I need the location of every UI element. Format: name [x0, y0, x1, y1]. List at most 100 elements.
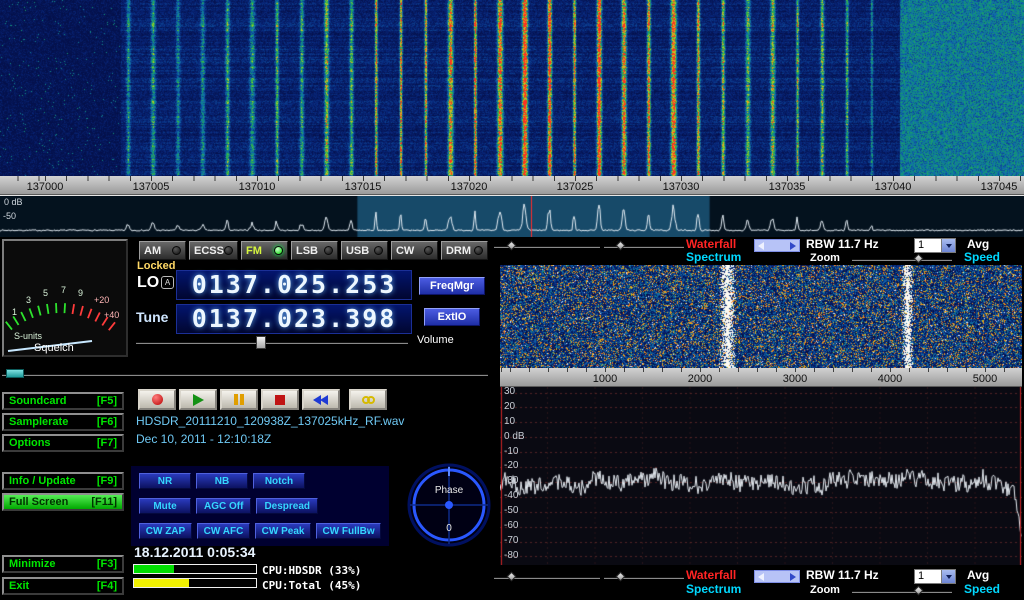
dsp-panel: NR NB Notch Mute AGC Off Despread CW ZAP… [131, 466, 389, 546]
recording-filename: HDSDR_20111210_120938Z_137025kHz_RF.wav [136, 414, 404, 428]
af-display-controls-top: Waterfall RBW 11.7 Hz 1 Avg Spectrum Zoo… [490, 237, 1024, 265]
record-icon [152, 394, 163, 405]
mode-button-usb[interactable]: USB [341, 241, 388, 260]
samplerate-button[interactable]: Samplerate[F6] [2, 413, 124, 431]
zoom-in-arrow-icon[interactable] [790, 242, 796, 250]
squelch-slider-thumb[interactable] [6, 369, 24, 378]
info-update-button[interactable]: Info / Update[F9] [2, 472, 124, 490]
slider-thumb[interactable] [914, 586, 924, 596]
zoom-out-arrow-icon[interactable] [758, 242, 764, 250]
db-scale-label: -50 [3, 211, 16, 221]
mode-button-drm[interactable]: DRM [441, 241, 488, 260]
af-panel: Waterfall RBW 11.7 Hz 1 Avg Spectrum Zoo… [490, 237, 1024, 600]
tune-frequency-display[interactable]: 0137.023.398 [176, 304, 412, 334]
zoom-label: Zoom [810, 584, 840, 597]
mode-led [324, 246, 333, 255]
waterfall-contrast-slider[interactable] [604, 571, 684, 583]
pause-button[interactable] [220, 389, 258, 410]
exit-button[interactable]: Exit[F4] [2, 577, 124, 595]
af-display-controls-bottom: Waterfall RBW 11.7 Hz 1 Avg Spectrum Zoo… [490, 565, 1024, 600]
mode-button-ecss[interactable]: ECSS [189, 241, 238, 260]
mode-button-lsb[interactable]: LSB [291, 241, 338, 260]
spectrum-label: Spectrum [686, 251, 741, 264]
cw-fullbw-button[interactable]: CW FullBw [316, 523, 381, 539]
recording-date: Dec 10, 2011 - 12:10:18Z [136, 432, 271, 446]
lo-frequency-display[interactable]: 0137.025.253 [176, 270, 412, 300]
play-icon [193, 394, 204, 406]
mode-button-cw[interactable]: CW [391, 241, 438, 260]
volume-slider-thumb[interactable] [256, 336, 266, 349]
cw-peak-button[interactable]: CW Peak [255, 523, 311, 539]
zoom-scrollbar[interactable] [754, 239, 800, 252]
record-button[interactable] [138, 389, 176, 410]
mode-led [274, 246, 283, 255]
mode-button-fm[interactable]: FM [241, 241, 288, 260]
tune-label: Tune [136, 309, 168, 325]
fullscreen-button[interactable]: Full Screen[F11] [2, 493, 124, 511]
play-button[interactable] [179, 389, 217, 410]
rewind-button[interactable] [302, 389, 340, 410]
waterfall-brightness-slider[interactable] [494, 240, 600, 252]
mode-led [172, 246, 181, 255]
cpu-total-label: CPU:Total (45%) [262, 579, 361, 592]
slider-thumb[interactable] [507, 572, 517, 582]
speed-label: Speed [964, 583, 1000, 596]
slider-thumb[interactable] [615, 572, 625, 582]
notch-button[interactable]: Notch [253, 473, 305, 489]
loop-icon [362, 396, 375, 404]
main-waterfall-display[interactable] [0, 0, 1024, 176]
slider-thumb[interactable] [914, 254, 924, 264]
despread-button[interactable]: Despread [256, 498, 318, 514]
mode-button-am[interactable]: AM [139, 241, 186, 260]
squelch-slider[interactable] [2, 368, 488, 380]
zoom-scrollbar[interactable] [754, 570, 800, 583]
zoom-in-arrow-icon[interactable] [790, 573, 796, 581]
avg-label: Avg [967, 569, 989, 582]
avg-combobox[interactable]: 1 [914, 238, 956, 253]
waterfall-contrast-slider[interactable] [604, 240, 684, 252]
soundcard-button[interactable]: Soundcard[F5] [2, 392, 124, 410]
mute-button[interactable]: Mute [139, 498, 191, 514]
nb-button[interactable]: NB [196, 473, 248, 489]
freqmgr-button[interactable]: FreqMgr [419, 277, 485, 295]
s-meter-scale [6, 303, 115, 330]
cw-zap-button[interactable]: CW ZAP [139, 523, 192, 539]
frequency-scale[interactable]: 137000 137005 137010 137015 137020 13702… [0, 176, 1024, 195]
db-tick-label: -70 [504, 535, 518, 546]
extio-button[interactable]: ExtIO [424, 308, 480, 326]
slider-thumb[interactable] [507, 241, 517, 251]
cw-afc-button[interactable]: CW AFC [197, 523, 250, 539]
s-meter-tick-label: 7 [61, 285, 66, 295]
db-tick-label: 30 [504, 386, 515, 397]
speed-slider[interactable] [852, 585, 952, 597]
db-tick-label: 0 dB [504, 431, 525, 442]
cpu-total-bar [133, 578, 257, 588]
minimize-button[interactable]: Minimize[F3] [2, 555, 124, 573]
loop-button[interactable] [349, 389, 387, 410]
volume-slider[interactable] [136, 336, 408, 348]
nr-button[interactable]: NR [139, 473, 191, 489]
rbw-label: RBW 11.7 Hz [806, 569, 879, 582]
avg-combobox[interactable]: 1 [914, 569, 956, 584]
stop-button[interactable] [261, 389, 299, 410]
main-spectrum-display[interactable]: 0 dB -50 [0, 195, 1024, 237]
waterfall-brightness-slider[interactable] [494, 571, 600, 583]
slider-thumb[interactable] [615, 241, 625, 251]
cpu-hdsdr-fill [134, 565, 174, 573]
combo-dropdown-arrow-icon[interactable] [941, 239, 955, 252]
zoom-out-arrow-icon[interactable] [758, 573, 764, 581]
db-tick-label: 10 [504, 416, 515, 427]
pause-icon [234, 394, 244, 405]
zoom-label: Zoom [810, 252, 840, 265]
combo-dropdown-arrow-icon[interactable] [941, 570, 955, 583]
freq-tick-label: 137005 [121, 181, 181, 193]
af-waterfall-display[interactable] [500, 265, 1022, 368]
af-frequency-scale[interactable]: 1000 2000 3000 4000 5000 [500, 368, 1022, 387]
speed-slider[interactable] [852, 253, 952, 265]
playback-controls [138, 389, 387, 410]
options-button[interactable]: Options[F7] [2, 434, 124, 452]
af-spectrum-display[interactable]: 30 20 10 0 dB -10 -20 -30 -40 -50 -60 -7… [500, 387, 1022, 565]
agc-off-button[interactable]: AGC Off [196, 498, 251, 514]
lo-label: LO [137, 274, 159, 292]
db-tick-label: -50 [504, 505, 518, 516]
